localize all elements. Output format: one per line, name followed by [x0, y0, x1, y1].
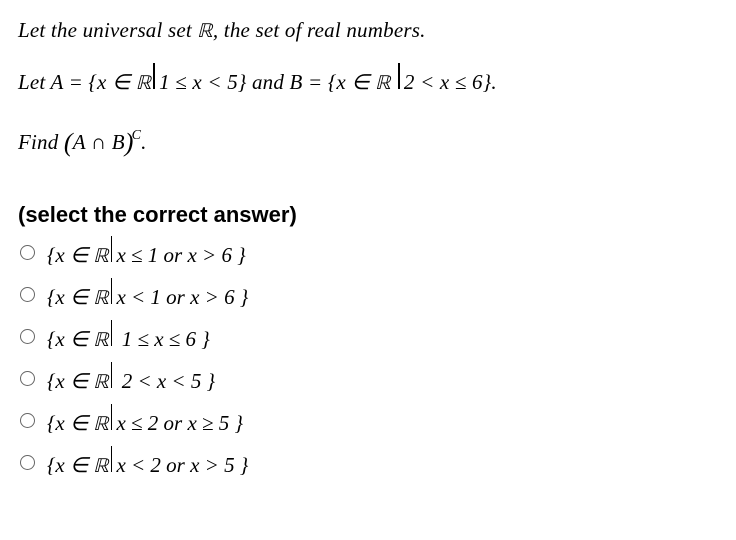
var-x: x	[55, 369, 64, 393]
element-of: ∈	[65, 243, 94, 267]
condition: 2 < x ≤ 6	[404, 70, 483, 94]
var-x: x	[55, 453, 64, 477]
brace-close: }	[237, 243, 245, 267]
set-bar-icon	[111, 446, 113, 472]
set-bar-icon	[111, 278, 113, 304]
set-bar-icon	[153, 63, 155, 89]
radio-option-4[interactable]	[20, 371, 35, 386]
option-label: {x ∈ ℝx < 1 or x > 6 }	[47, 278, 248, 312]
option-label: {x ∈ ℝx ≤ 1 or x > 6 }	[47, 236, 246, 270]
element-of: ∈	[65, 411, 94, 435]
var-x: x	[97, 70, 107, 94]
set-bar-icon	[111, 404, 113, 430]
option-6[interactable]: {x ∈ ℝx < 2 or x > 5 }	[18, 446, 718, 480]
var-x: x	[336, 70, 346, 94]
text: = {	[63, 70, 97, 94]
element-of: ∈	[107, 70, 136, 94]
set-bar-icon	[111, 362, 113, 388]
brace-close: }	[240, 453, 248, 477]
brace-close: }	[201, 327, 209, 351]
radio-option-1[interactable]	[20, 245, 35, 260]
question-line-1: Let the universal set ℝ, the set of real…	[18, 14, 718, 49]
element-of: ∈	[65, 453, 94, 477]
element-of: ∈	[65, 369, 94, 393]
radio-option-2[interactable]	[20, 287, 35, 302]
set-bar-icon	[111, 236, 113, 262]
paren-open: (	[64, 122, 73, 164]
text: Let A	[18, 70, 63, 94]
condition: x < 2 or x > 5	[116, 453, 239, 477]
intersection-icon: ∩	[85, 130, 111, 154]
set-B: B	[112, 130, 125, 154]
real-symbol: ℝ	[94, 456, 109, 477]
option-label: {x ∈ ℝx ≤ 2 or x ≥ 5 }	[47, 404, 243, 438]
var-x: x	[55, 411, 64, 435]
text: .	[141, 130, 146, 154]
real-symbol: ℝ	[94, 330, 109, 351]
condition: 2 < x < 5	[116, 369, 206, 393]
var-x: x	[55, 243, 64, 267]
real-symbol: ℝ	[375, 73, 391, 94]
question-line-3: Find (A ∩ B)C.	[18, 122, 718, 164]
real-symbol: ℝ	[94, 414, 109, 435]
option-4[interactable]: {x ∈ ℝ 2 < x < 5 }	[18, 362, 718, 396]
complement-superscript: C	[132, 125, 142, 147]
text: , the set of real numbers.	[213, 18, 426, 42]
real-symbol: ℝ	[136, 73, 152, 94]
radio-option-3[interactable]	[20, 329, 35, 344]
condition: x < 1 or x > 6	[116, 285, 239, 309]
var-x: x	[55, 285, 64, 309]
option-3[interactable]: {x ∈ ℝ 1 ≤ x ≤ 6 }	[18, 320, 718, 354]
element-of: ∈	[65, 285, 94, 309]
element-of: ∈	[346, 70, 375, 94]
condition: 1 ≤ x ≤ 6	[116, 327, 201, 351]
option-5[interactable]: {x ∈ ℝx ≤ 2 or x ≥ 5 }	[18, 404, 718, 438]
brace-close: }	[240, 285, 248, 309]
radio-option-5[interactable]	[20, 413, 35, 428]
condition: x ≤ 2 or x ≥ 5	[116, 411, 234, 435]
element-of: ∈	[65, 327, 94, 351]
radio-option-6[interactable]	[20, 455, 35, 470]
condition: 1 ≤ x < 5	[159, 70, 238, 94]
option-1[interactable]: {x ∈ ℝx ≤ 1 or x > 6 }	[18, 236, 718, 270]
var-x: x	[55, 327, 64, 351]
option-label: {x ∈ ℝx < 2 or x > 5 }	[47, 446, 248, 480]
brace-close: }	[235, 411, 243, 435]
real-symbol: ℝ	[94, 372, 109, 393]
brace-close: }	[207, 369, 215, 393]
condition: x ≤ 1 or x > 6	[116, 243, 237, 267]
question-line-2: Let A = {x ∈ ℝ1 ≤ x < 5} and B = {x ∈ ℝ …	[18, 63, 718, 101]
set-A: A	[73, 130, 86, 154]
text: Find	[18, 130, 64, 154]
option-label: {x ∈ ℝ 1 ≤ x ≤ 6 }	[47, 320, 210, 354]
text: Let the universal set	[18, 18, 197, 42]
option-label: {x ∈ ℝ 2 < x < 5 }	[47, 362, 215, 396]
text: = {	[303, 70, 337, 94]
set-bar-icon	[398, 63, 400, 89]
option-2[interactable]: {x ∈ ℝx < 1 or x > 6 }	[18, 278, 718, 312]
real-symbol: ℝ	[94, 246, 109, 267]
set-bar-icon	[111, 320, 113, 346]
instruction-text: (select the correct answer)	[18, 202, 718, 228]
real-symbol: ℝ	[94, 288, 109, 309]
text: }.	[483, 70, 497, 94]
real-symbol: ℝ	[197, 21, 213, 42]
text: } and B	[238, 70, 303, 94]
